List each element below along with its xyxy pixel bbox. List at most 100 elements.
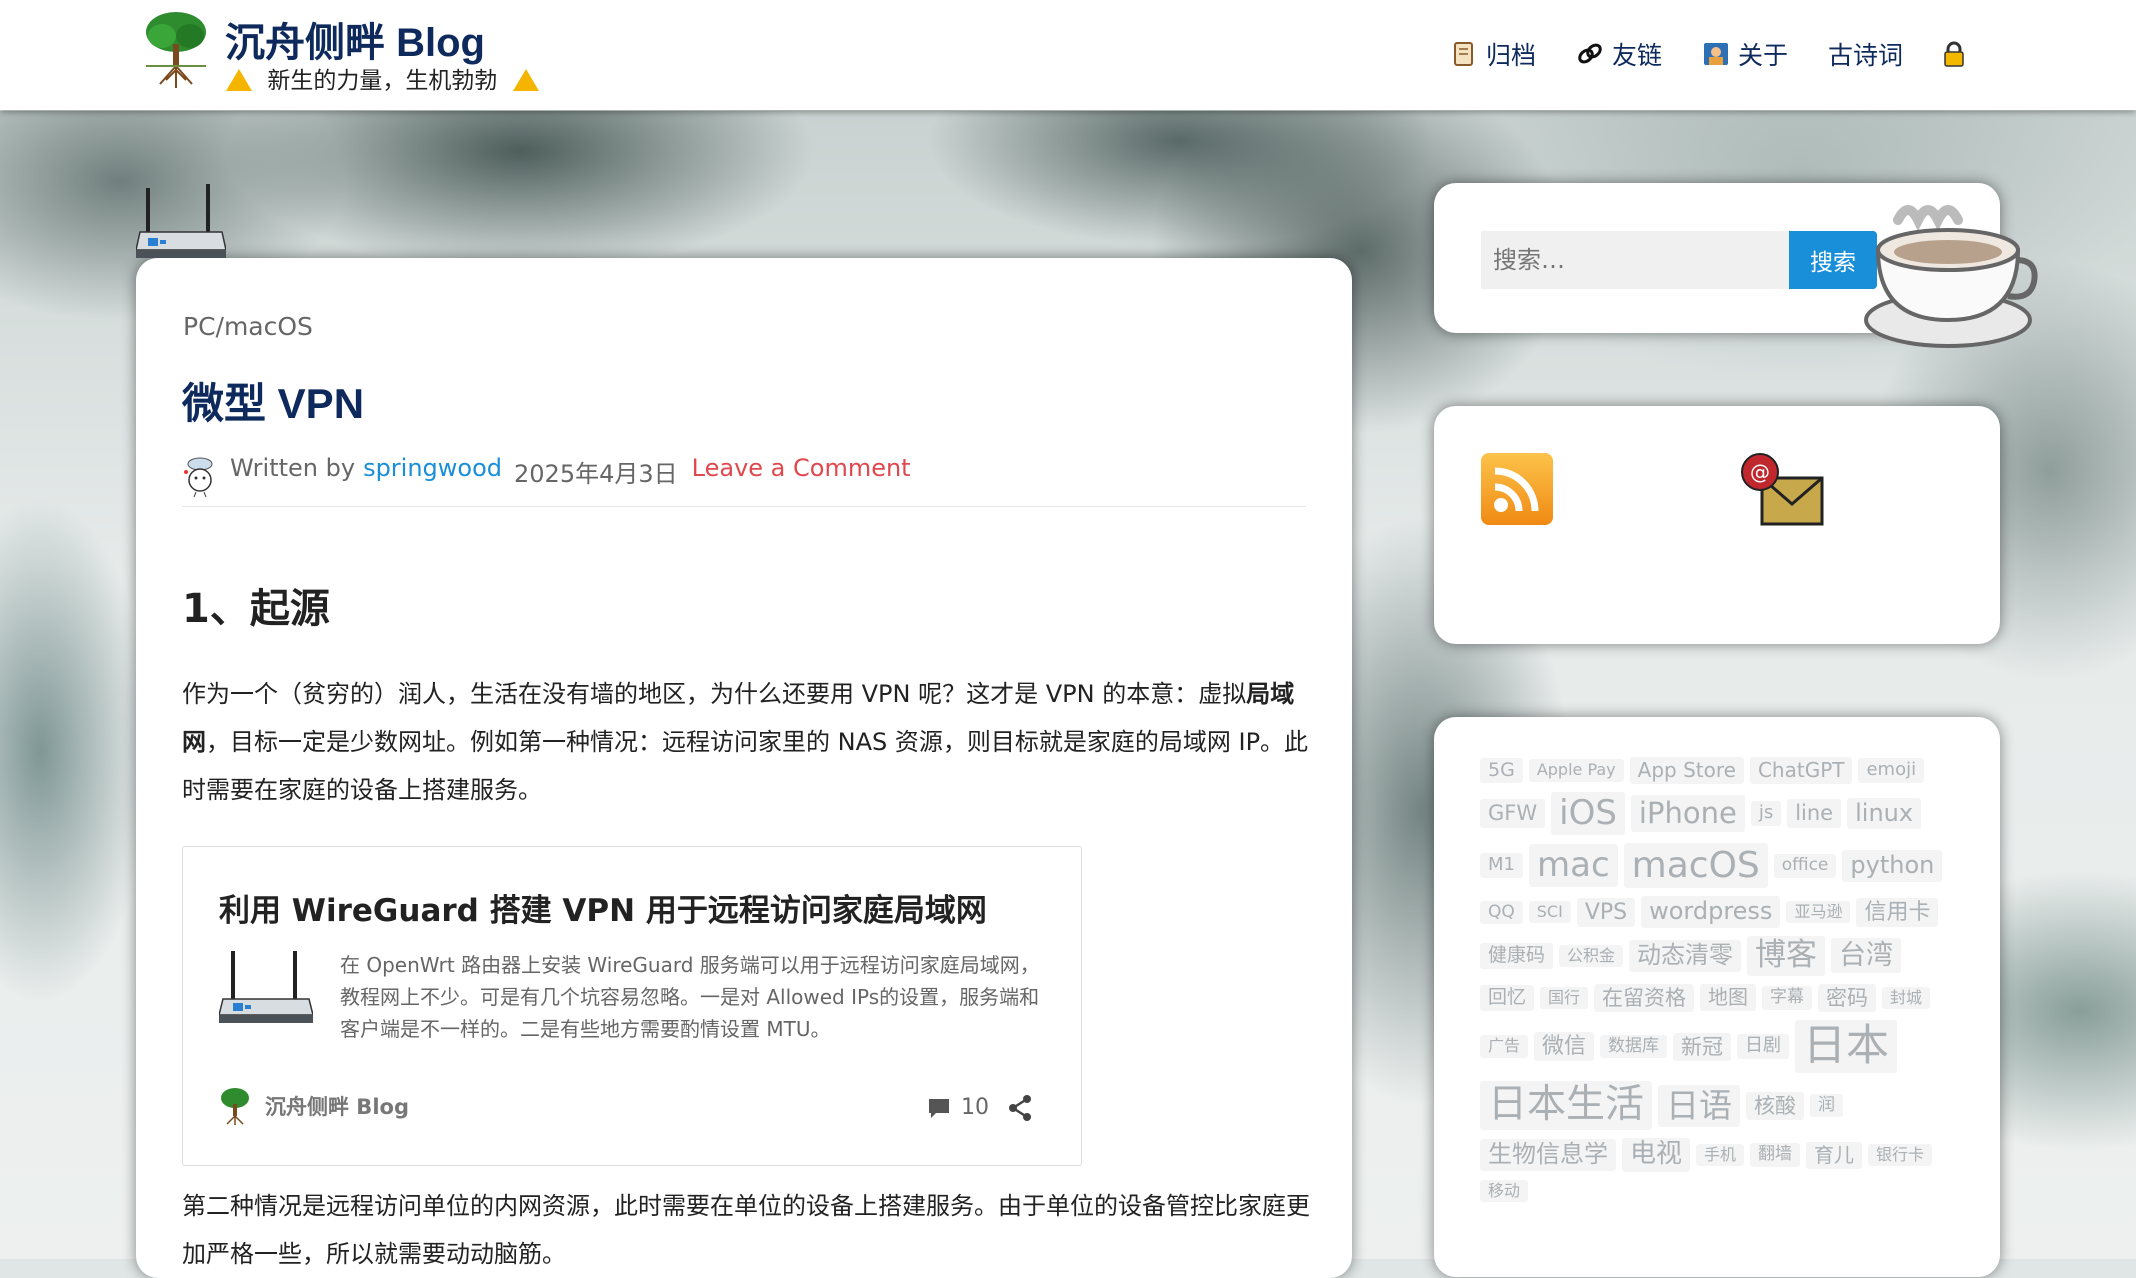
tag-link[interactable]: 日剧 — [1737, 1034, 1790, 1059]
nav-item-links[interactable]: 友链 — [1576, 36, 1662, 72]
lock-icon — [1944, 41, 1964, 67]
post-meta: Written by springwood 2025年4月3日 Leave a … — [182, 454, 1306, 507]
tag-link[interactable]: 地图 — [1700, 984, 1757, 1012]
tag-link[interactable]: 生物信息学 — [1480, 1139, 1616, 1171]
photo-icon — [1704, 43, 1729, 65]
link-icon — [1578, 43, 1602, 64]
section-heading: 1、起源 — [182, 586, 330, 632]
tag-link[interactable]: 公积金 — [1559, 944, 1624, 968]
tag-link[interactable]: 在留资格 — [1594, 983, 1695, 1012]
tag-link[interactable]: App Store — [1629, 757, 1744, 784]
tag-link[interactable]: GFW — [1480, 799, 1546, 828]
tag-link[interactable]: line — [1787, 799, 1842, 828]
embed-title[interactable]: 利用 WireGuard 搭建 VPN 用于远程访问家庭局域网 — [219, 885, 987, 930]
tag-link[interactable]: 银行卡 — [1868, 1143, 1933, 1167]
nav-label: 友链 — [1612, 41, 1663, 70]
nav-item-lock[interactable] — [1943, 36, 1965, 72]
tag-link[interactable]: 翻墙 — [1750, 1143, 1801, 1167]
nav-item-about[interactable]: 关于 — [1702, 36, 1788, 72]
tag-link[interactable]: 润 — [1810, 1093, 1844, 1118]
tag-link[interactable]: 新冠 — [1673, 1032, 1732, 1061]
tag-link[interactable]: 育儿 — [1806, 1141, 1863, 1169]
leave-comment-link[interactable]: Leave a Comment — [692, 454, 911, 482]
tag-link[interactable]: mac — [1528, 844, 1618, 888]
tag-link[interactable]: 信用卡 — [1856, 897, 1939, 927]
warning-icon — [226, 69, 252, 91]
author-link[interactable]: springwood — [363, 454, 502, 482]
paragraph-text: ，目标一定是少数网址。例如第一种情况：远程访问家里的 NAS 资源，则目标就是家… — [182, 728, 1309, 804]
paragraph-2: 第二种情况是远程访问单位的内网资源，此时需要在单位的设备上搭建服务。由于单位的设… — [182, 1192, 1310, 1268]
comment-icon — [929, 1098, 949, 1118]
tag-link[interactable]: 日本 — [1795, 1019, 1898, 1074]
tag-link[interactable]: 日本生活 — [1480, 1081, 1653, 1131]
tag-cloud: 5G Apple Pay App Store ChatGPT emoji GFW iOS iP… — [1480, 757, 1960, 1210]
tag-link[interactable]: js — [1750, 801, 1782, 826]
tag-link[interactable]: 手机 — [1696, 1143, 1745, 1167]
tag-link[interactable]: 回忆 — [1480, 984, 1535, 1011]
post-date[interactable]: 2025年4月3日 — [514, 454, 678, 489]
nav-label: 关于 — [1738, 41, 1789, 70]
tag-link[interactable]: linux — [1847, 797, 1922, 830]
tag-link[interactable]: 亚马逊 — [1786, 901, 1851, 924]
nav-item-archive[interactable]: 归档 — [1450, 36, 1536, 72]
tag-link[interactable]: python — [1842, 849, 1943, 882]
router-icon — [136, 184, 226, 258]
tag-link[interactable]: office — [1773, 854, 1837, 878]
tag-link[interactable]: iPhone — [1630, 794, 1745, 833]
tag-link[interactable]: macOS — [1623, 843, 1768, 889]
tag-link[interactable]: 密码 — [1818, 983, 1877, 1012]
embed-comments[interactable]: 10 — [927, 1095, 989, 1120]
router-icon — [219, 951, 313, 1023]
tag-link[interactable]: 数据库 — [1600, 1034, 1668, 1059]
tag-link[interactable]: ChatGPT — [1749, 757, 1853, 784]
nav-item-poems[interactable]: 古诗词 — [1828, 36, 1903, 72]
written-by-label: Written by — [230, 454, 356, 482]
tag-link[interactable]: 台湾 — [1831, 938, 1902, 974]
tree-logo-icon[interactable] — [142, 10, 210, 90]
embedded-post-card[interactable]: 利用 WireGuard 搭建 VPN 用于远程访问家庭局域网 在 OpenWr… — [182, 846, 1082, 1166]
tag-link[interactable]: Apple Pay — [1528, 759, 1624, 782]
tag-link[interactable]: 博客 — [1747, 936, 1826, 976]
tag-link[interactable]: 电视 — [1622, 1138, 1691, 1173]
tag-link[interactable]: 国行 — [1540, 986, 1589, 1009]
tag-cloud-widget: 5G Apple Pay App Store ChatGPT emoji GFW iOS iP… — [1434, 717, 2000, 1277]
tag-link[interactable]: 字幕 — [1762, 986, 1813, 1010]
coffee-cup-icon — [1864, 205, 2038, 348]
tag-link[interactable]: 广告 — [1480, 1035, 1529, 1058]
share-icon[interactable] — [1005, 1093, 1035, 1123]
post-category[interactable]: PC/macOS — [183, 312, 313, 341]
nav-label: 归档 — [1486, 41, 1537, 70]
tag-link[interactable]: 动态清零 — [1629, 940, 1742, 972]
feeds-widget: @ — [1434, 406, 2000, 644]
paragraph-1: 作为一个（贫穷的）润人，生活在没有墙的地区，为什么还要用 VPN 呢？这才是 V… — [182, 670, 1312, 814]
author-avatar — [184, 457, 213, 498]
svg-text:@: @ — [1750, 460, 1770, 484]
tag-link[interactable]: emoji — [1858, 758, 1925, 783]
tag-link[interactable]: SCI — [1528, 901, 1571, 924]
rss-icon[interactable] — [1481, 453, 1553, 525]
site-title[interactable]: 沉舟侧畔 Blog — [225, 10, 485, 68]
tag-link[interactable]: 健康码 — [1480, 942, 1554, 969]
site-tagline: 新生的力量，生机勃勃 — [226, 61, 539, 95]
embed-site[interactable]: 沉舟侧畔 Blog — [219, 1087, 409, 1125]
main-nav: 归档 友链 关于 古诗词 — [1450, 36, 2005, 72]
mail-icon[interactable]: @ — [1740, 452, 1824, 528]
comment-count: 10 — [961, 1095, 989, 1120]
search-input[interactable] — [1481, 231, 1789, 289]
tag-link[interactable]: 移动 — [1480, 1180, 1529, 1203]
tag-link[interactable]: 5G — [1480, 757, 1523, 784]
tag-link[interactable]: QQ — [1480, 900, 1523, 925]
article-card: PC/macOS 微型 VPN Written by springwood 20… — [136, 258, 1352, 1278]
site-header: 沉舟侧畔 Blog 新生的力量，生机勃勃 归档 友链 关于 古诗词 — [0, 0, 2136, 110]
tag-link[interactable]: VPS — [1576, 897, 1636, 927]
tagline-text: 新生的力量，生机勃勃 — [267, 68, 498, 94]
post-title[interactable]: 微型 VPN — [182, 370, 364, 431]
tag-link[interactable]: M1 — [1480, 853, 1523, 879]
tag-link[interactable]: 日语 — [1658, 1084, 1741, 1127]
tag-link[interactable]: wordpress — [1641, 896, 1781, 929]
tag-link[interactable]: iOS — [1551, 792, 1625, 836]
tag-link[interactable]: 核酸 — [1746, 1091, 1805, 1120]
tag-link[interactable]: 微信 — [1534, 1031, 1595, 1062]
tag-link[interactable]: 封城 — [1882, 986, 1931, 1009]
scroll-icon — [1454, 42, 1473, 66]
